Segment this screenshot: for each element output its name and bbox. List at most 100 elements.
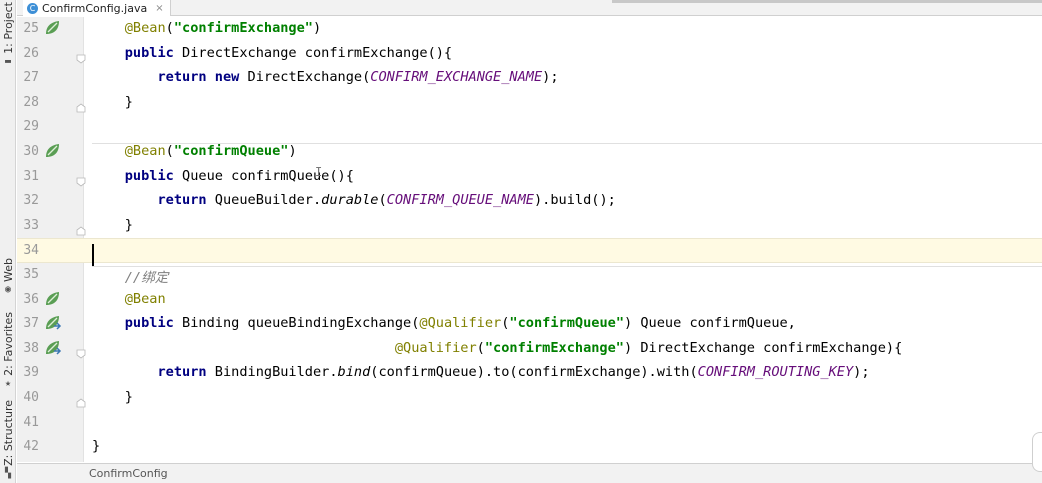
line-number[interactable]: 25: [17, 21, 39, 36]
code-token: }: [92, 438, 101, 455]
tool-tab-favorites[interactable]: 2: Favorites ★: [0, 312, 16, 390]
fold-marker-icon[interactable]: [76, 393, 86, 408]
line-number[interactable]: 26: [17, 46, 39, 61]
code-token: ) Queue confirmQueue,: [624, 315, 796, 332]
line-number[interactable]: 38: [17, 341, 39, 356]
code-line[interactable]: 36 @Bean: [17, 288, 1042, 313]
star-icon: ★: [4, 377, 12, 389]
line-number[interactable]: 35: [17, 267, 39, 282]
code-token: bind: [337, 364, 371, 381]
code-line[interactable]: 29: [17, 115, 1042, 140]
code-line[interactable]: 27 return new DirectExchange(CONFIRM_EXC…: [17, 66, 1042, 91]
line-number[interactable]: 40: [17, 390, 39, 405]
code-token: ).build();: [533, 192, 616, 209]
code-line[interactable]: 37 public Binding queueBindingExchange(@…: [17, 312, 1042, 337]
bean-link-icon[interactable]: [44, 314, 62, 332]
bean-link-icon[interactable]: [44, 339, 62, 357]
code-token: }: [92, 93, 133, 110]
code-token: public: [124, 315, 174, 332]
line-number[interactable]: 39: [17, 365, 39, 380]
editor-tab-confirmconfig[interactable]: C ConfirmConfig.java ×: [23, 0, 171, 16]
line-number[interactable]: 41: [17, 415, 39, 430]
code-line[interactable]: 25 @Bean("confirmExchange"): [17, 17, 1042, 42]
code-token: (: [378, 192, 387, 209]
code-line[interactable]: 32 return QueueBuilder.durable(CONFIRM_Q…: [17, 189, 1042, 214]
code-line[interactable]: 31 public Queue confirmQueue(){: [17, 165, 1042, 190]
line-number[interactable]: 30: [17, 144, 39, 159]
code-line[interactable]: 38 @Qualifier("confirmExchange") DirectE…: [17, 337, 1042, 362]
line-number[interactable]: 31: [17, 169, 39, 184]
tool-tab-project-label: 1: Project: [1, 2, 15, 54]
breadcrumb[interactable]: ConfirmConfig: [89, 467, 168, 480]
code-text: return QueueBuilder.durable(CONFIRM_QUEU…: [92, 192, 616, 209]
close-icon[interactable]: ×: [155, 3, 163, 14]
code-line[interactable]: 42}: [17, 435, 1042, 460]
folder-icon: ▬: [4, 55, 12, 67]
code-line[interactable]: 33 }: [17, 214, 1042, 239]
code-token: QueueBuilder.: [206, 192, 322, 209]
code-token: public: [124, 44, 174, 61]
code-text: @Bean("confirmQueue"): [92, 143, 297, 159]
code-token: ): [313, 20, 322, 36]
code-token: (confirmQueue).to(confirmExchange).with(: [370, 364, 698, 381]
code-line[interactable]: 41: [17, 411, 1042, 436]
code-token: );: [542, 69, 559, 86]
code-token: DirectExchange confirmExchange(){: [173, 44, 453, 61]
code-token: ) DirectExchange confirmExchange){: [624, 339, 903, 356]
code-line[interactable]: 40 }: [17, 386, 1042, 411]
bean-icon[interactable]: [44, 19, 62, 37]
code-token: (: [476, 339, 485, 356]
line-number[interactable]: 33: [17, 218, 39, 233]
line-number[interactable]: 42: [17, 439, 39, 454]
scrollbar-thumb[interactable]: [1032, 432, 1042, 472]
code-token: CONFIRM_QUEUE_NAME: [386, 192, 534, 209]
line-number[interactable]: 28: [17, 95, 39, 110]
line-number[interactable]: 36: [17, 292, 39, 307]
fold-marker-icon[interactable]: [76, 172, 86, 187]
code-text: }: [92, 389, 133, 405]
code-text: return new DirectExchange(CONFIRM_EXCHAN…: [92, 69, 559, 86]
code-token: Binding queueBindingExchange(: [173, 315, 420, 332]
code-token: @Bean: [124, 143, 166, 159]
code-text: public DirectExchange confirmExchange(){: [92, 45, 452, 61]
method-separator: [92, 266, 1042, 267]
line-number[interactable]: 34: [17, 243, 39, 258]
code-text: @Qualifier("confirmExchange") DirectExch…: [92, 340, 902, 356]
line-number[interactable]: 27: [17, 70, 39, 85]
code-line[interactable]: 39 return BindingBuilder.bind(confirmQue…: [17, 361, 1042, 386]
bean-icon[interactable]: [44, 290, 62, 308]
code-line[interactable]: 26 public DirectExchange confirmExchange…: [17, 42, 1042, 67]
tool-tab-structure[interactable]: Z: Structure ▚: [0, 400, 16, 480]
tool-tab-web[interactable]: Web ◉: [0, 258, 16, 296]
fold-marker-icon[interactable]: [76, 98, 86, 113]
line-number[interactable]: 37: [17, 316, 39, 331]
line-number[interactable]: 32: [17, 193, 39, 208]
java-class-icon: C: [27, 2, 38, 14]
fold-marker-icon[interactable]: [76, 49, 86, 64]
fold-marker-icon[interactable]: [76, 344, 86, 359]
code-text: @Bean("confirmExchange"): [92, 20, 321, 36]
line-number[interactable]: 29: [17, 119, 39, 134]
code-line[interactable]: 28 }: [17, 91, 1042, 116]
bean-icon[interactable]: [44, 142, 62, 160]
code-token: @Qualifier: [394, 339, 477, 356]
code-line[interactable]: 34: [17, 238, 1042, 263]
code-text: }: [92, 217, 133, 233]
tabbar-edge: [612, 0, 1042, 3]
tool-tab-project[interactable]: 1: Project ▬: [0, 2, 16, 68]
breadcrumb-bar: ConfirmConfig: [17, 463, 1042, 483]
fold-marker-icon[interactable]: [76, 221, 86, 236]
mouse-ibeam-cursor: I: [315, 165, 323, 179]
tool-window-strip: 1: Project ▬ Web ◉ 2: Favorites ★ Z: Str…: [0, 0, 16, 483]
code-token: //绑定: [124, 270, 169, 286]
code-token: BindingBuilder.: [206, 364, 338, 381]
code-token: }: [92, 389, 133, 405]
code-text: public Binding queueBindingExchange(@Qua…: [92, 315, 796, 331]
editor-tab-filename: ConfirmConfig.java: [42, 1, 148, 15]
